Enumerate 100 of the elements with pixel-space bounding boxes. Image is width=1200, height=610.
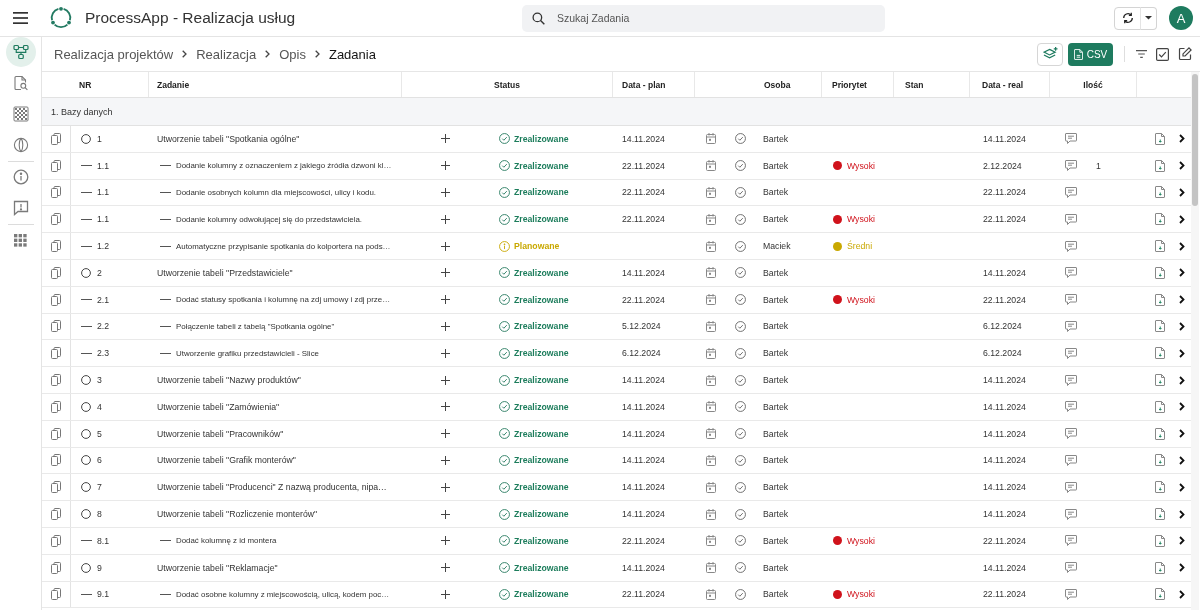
calendar-icon[interactable] (706, 240, 716, 252)
calendar-icon[interactable] (706, 187, 716, 198)
copy-icon[interactable] (51, 588, 61, 601)
comment-icon[interactable] (1064, 267, 1077, 279)
file-icon[interactable] (1155, 427, 1165, 440)
chevron-right-icon[interactable] (1179, 188, 1185, 197)
calendar-icon[interactable] (706, 213, 716, 225)
copy-icon[interactable] (51, 508, 61, 521)
check-circle-icon[interactable] (734, 267, 746, 279)
filter-icon[interactable] (1136, 50, 1147, 58)
copy-icon[interactable] (51, 561, 61, 574)
calendar-icon[interactable] (706, 428, 716, 440)
copy-icon[interactable] (51, 427, 61, 440)
copy-icon[interactable] (51, 293, 61, 306)
file-icon[interactable] (1155, 454, 1165, 467)
comment-icon[interactable] (1064, 428, 1077, 440)
copy-icon[interactable] (51, 481, 61, 494)
copy-icon[interactable] (51, 320, 61, 333)
plus-icon[interactable] (440, 214, 450, 224)
check-circle-icon[interactable] (734, 374, 746, 386)
calendar-icon[interactable] (706, 133, 716, 145)
plus-icon[interactable] (440, 134, 450, 144)
check-circle-icon[interactable] (734, 320, 746, 332)
comment-icon[interactable] (1064, 240, 1077, 252)
breadcrumb-item[interactable]: Opis (279, 46, 306, 62)
calendar-icon[interactable] (706, 347, 716, 359)
calendar-icon[interactable] (706, 588, 716, 600)
plus-icon[interactable] (440, 563, 450, 573)
check-circle-icon[interactable] (734, 133, 746, 145)
calendar-icon[interactable] (706, 535, 716, 547)
plus-icon[interactable] (440, 321, 450, 331)
calendar-icon[interactable] (706, 320, 716, 332)
plus-icon[interactable] (440, 348, 450, 358)
copy-icon[interactable] (51, 213, 61, 226)
file-icon[interactable] (1155, 508, 1165, 521)
chevron-right-icon[interactable] (1179, 375, 1185, 385)
file-icon[interactable] (1155, 588, 1165, 601)
check-circle-icon[interactable] (734, 187, 746, 198)
plus-icon[interactable] (440, 429, 450, 439)
scrollbar-thumb[interactable] (1192, 74, 1198, 206)
comment-icon[interactable] (1064, 588, 1077, 600)
comment-icon[interactable] (1064, 320, 1077, 332)
plus-icon[interactable] (440, 295, 450, 305)
csv-button[interactable]: CSV (1068, 42, 1113, 66)
file-icon[interactable] (1155, 320, 1165, 333)
comment-icon[interactable] (1064, 347, 1077, 359)
chevron-right-icon[interactable] (1179, 429, 1185, 439)
plus-icon[interactable] (440, 589, 450, 599)
chevron-right-icon[interactable] (1179, 482, 1185, 492)
edit-icon[interactable] (1178, 47, 1192, 61)
file-icon[interactable] (1155, 240, 1165, 253)
comment-icon[interactable] (1064, 508, 1077, 520)
check-circle-icon[interactable] (734, 401, 746, 413)
file-icon[interactable] (1155, 159, 1165, 172)
file-icon[interactable] (1155, 213, 1165, 226)
comment-icon[interactable] (1064, 160, 1077, 172)
chevron-right-icon[interactable] (1179, 402, 1185, 412)
copy-icon[interactable] (51, 374, 61, 387)
comment-icon[interactable] (1064, 374, 1077, 386)
check-circle-icon[interactable] (734, 294, 746, 306)
copy-icon[interactable] (51, 266, 61, 279)
file-icon[interactable] (1155, 481, 1165, 494)
breadcrumb-item[interactable]: Realizacja (196, 46, 257, 62)
comment-icon[interactable] (1064, 481, 1077, 493)
checkbox-icon[interactable] (1156, 47, 1169, 61)
file-icon[interactable] (1155, 266, 1165, 279)
check-circle-icon[interactable] (734, 562, 746, 574)
comment-icon[interactable] (1064, 213, 1077, 225)
calendar-icon[interactable] (706, 401, 716, 413)
check-circle-icon[interactable] (734, 535, 746, 547)
copy-icon[interactable] (51, 159, 61, 172)
comment-icon[interactable] (1064, 535, 1077, 547)
copy-icon[interactable] (51, 347, 61, 360)
chevron-right-icon[interactable] (1179, 214, 1185, 224)
chevron-right-icon[interactable] (1179, 348, 1185, 358)
check-circle-icon[interactable] (734, 347, 746, 359)
sidebar-item[interactable] (5, 37, 36, 67)
file-icon[interactable] (1155, 132, 1165, 145)
check-circle-icon[interactable] (734, 588, 746, 600)
calendar-icon[interactable] (706, 508, 716, 520)
check-circle-icon[interactable] (734, 240, 746, 252)
plus-icon[interactable] (440, 241, 450, 251)
file-icon[interactable] (1155, 400, 1165, 413)
breadcrumb-item[interactable]: Realizacja projektów (54, 46, 174, 62)
file-icon[interactable] (1155, 534, 1165, 547)
chevron-right-icon[interactable] (1179, 134, 1185, 144)
search-field[interactable]: Szukaj Zadania (522, 4, 885, 32)
chevron-right-icon[interactable] (1179, 536, 1185, 546)
copy-icon[interactable] (51, 240, 61, 253)
file-icon[interactable] (1155, 374, 1165, 387)
plus-icon[interactable] (440, 161, 450, 171)
calendar-icon[interactable] (706, 454, 716, 466)
plus-icon[interactable] (440, 482, 450, 492)
copy-icon[interactable] (51, 186, 61, 199)
comment-icon[interactable] (1064, 294, 1077, 306)
check-circle-icon[interactable] (734, 454, 746, 466)
comment-icon[interactable] (1064, 187, 1077, 198)
chevron-right-icon[interactable] (1179, 321, 1185, 331)
check-circle-icon[interactable] (734, 508, 746, 520)
copy-icon[interactable] (51, 534, 61, 547)
